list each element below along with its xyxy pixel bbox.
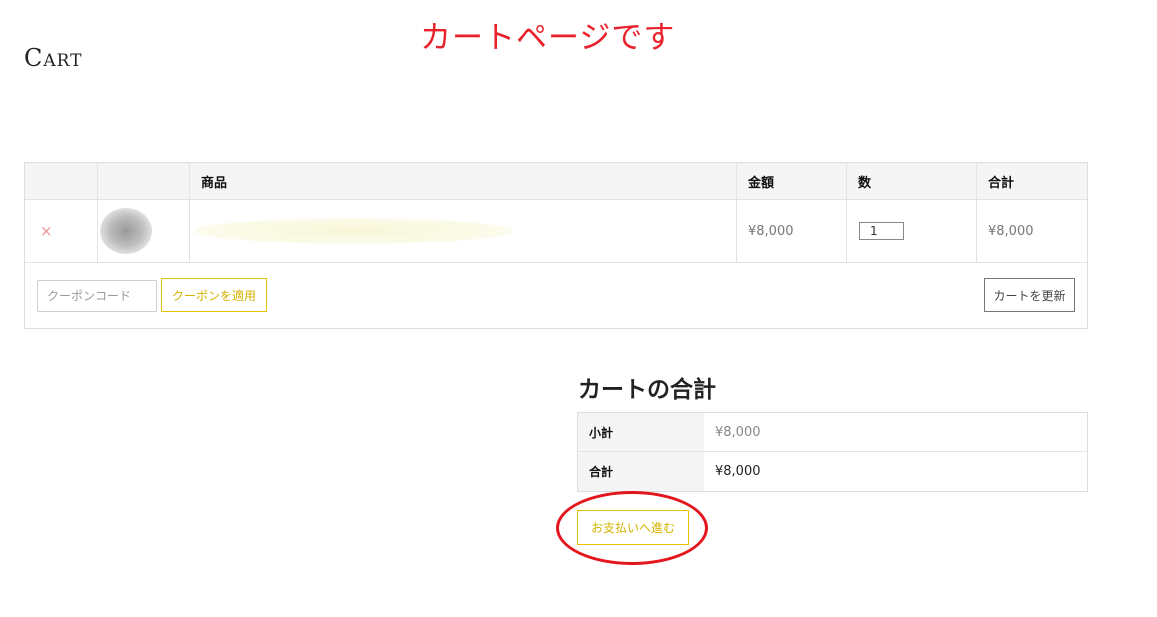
price-cell: ¥8,000 [737, 200, 847, 262]
product-name-cell [190, 200, 737, 262]
annotation-title: カートページです [420, 20, 676, 56]
subtotal-row: 小計 ¥8,000 [578, 413, 1087, 452]
total-row: 合計 ¥8,000 [578, 452, 1087, 491]
header-product: 商品 [190, 163, 737, 199]
header-quantity: 数 [847, 163, 977, 199]
subtotal-value: ¥8,000 [715, 424, 761, 440]
remove-icon[interactable]: × [40, 222, 53, 240]
cart-actions: クーポンを適用 カートを更新 [25, 263, 1087, 328]
proceed-to-checkout-button[interactable]: お支払いへ進む [577, 510, 689, 545]
item-total: ¥8,000 [988, 223, 1034, 239]
cart-table: 商品 金額 数 合計 × ¥8,000 ¥8,000 クーポンを適用 カートを更… [24, 162, 1088, 329]
quantity-input[interactable] [859, 222, 904, 240]
product-thumbnail[interactable] [100, 208, 152, 254]
subtotal-label: 小計 [578, 413, 704, 451]
update-cart-button[interactable]: カートを更新 [984, 278, 1075, 312]
coupon-code-input[interactable] [37, 280, 157, 312]
header-thumbnail-column [98, 163, 190, 199]
total-cell: ¥8,000 [977, 200, 1087, 262]
header-price: 金額 [737, 163, 847, 199]
cart-table-header: 商品 金額 数 合計 [25, 163, 1087, 200]
cart-totals-title: カートの合計 [578, 377, 716, 403]
page-title: Cart [24, 44, 83, 72]
apply-coupon-button[interactable]: クーポンを適用 [161, 278, 267, 312]
header-remove-column [25, 163, 98, 199]
header-total: 合計 [988, 175, 1015, 191]
item-price: ¥8,000 [748, 223, 794, 239]
quantity-cell [847, 200, 977, 262]
remove-cell: × [25, 200, 98, 262]
total-value: ¥8,000 [715, 464, 761, 479]
cart-totals-table: 小計 ¥8,000 合計 ¥8,000 [577, 412, 1088, 492]
total-label: 合計 [578, 452, 704, 491]
table-row: × ¥8,000 ¥8,000 [25, 200, 1087, 263]
product-name-link[interactable] [194, 218, 514, 244]
thumbnail-cell [98, 200, 190, 262]
